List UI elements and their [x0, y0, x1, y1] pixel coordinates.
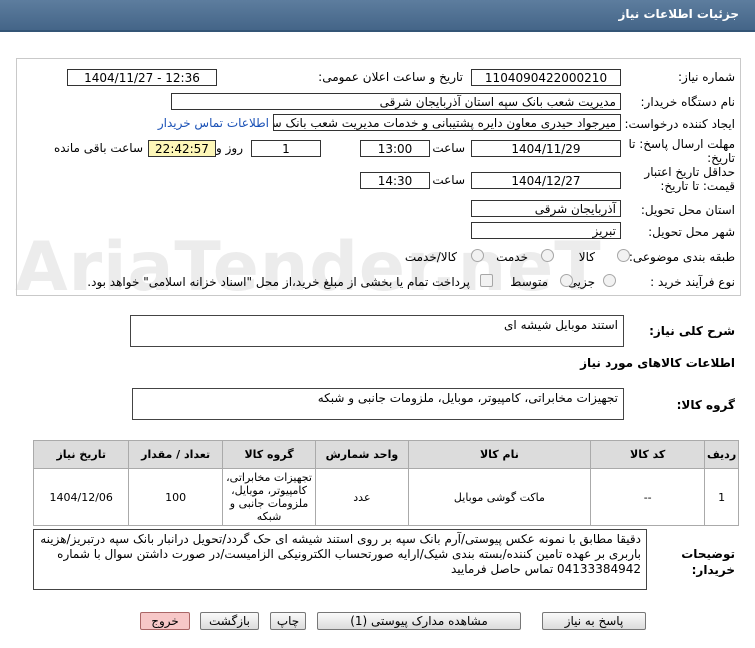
process-label: نوع فرآیند خرید :: [650, 275, 735, 289]
province-label: استان محل تحویل:: [640, 203, 735, 217]
deadline-time-field[interactable]: 13:00: [360, 140, 430, 157]
summary-text: استند موبایل شیشه ای: [504, 318, 618, 332]
items-table: ردیف کد کالا نام کالا واحد شمارش گروه کا…: [32, 440, 739, 526]
category-radio-service[interactable]: [541, 249, 554, 262]
goods-info-title: اطلاعات کالاهای مورد نیاز: [580, 356, 735, 370]
category-option-goods-service: کالا/خدمت: [404, 250, 457, 264]
cell-row: 1: [704, 468, 739, 526]
cell-unit: عدد: [315, 468, 409, 526]
page-title: جزئیات اطلاعات نیاز: [618, 7, 739, 21]
need-number-label: شماره نیاز:: [678, 70, 735, 84]
process-option-medium: متوسط: [510, 275, 548, 289]
days-field[interactable]: 1: [251, 140, 321, 157]
treasury-payment-checkbox[interactable]: [480, 274, 493, 287]
category-radio-goods-service[interactable]: [471, 249, 484, 262]
city-label: شهر محل تحویل:: [648, 225, 735, 239]
col-unit: واحد شمارش: [315, 440, 409, 469]
goods-group-label: گروه کالا:: [676, 398, 735, 412]
deadline-label: مهلت ارسال پاسخ: تا تاریخ:: [628, 137, 735, 165]
items-table-header: ردیف کد کالا نام کالا واحد شمارش گروه کا…: [32, 440, 739, 469]
cell-date: 1404/12/06: [32, 468, 130, 526]
cell-qty: 100: [128, 468, 223, 526]
category-label: طبقه بندی موضوعی:: [628, 250, 735, 264]
cell-code: --: [590, 468, 706, 526]
col-date: تاریخ نیاز: [32, 440, 130, 469]
buyer-contact-link[interactable]: اطلاعات تماس خریدار: [158, 116, 269, 130]
goods-group-field[interactable]: تجهیزات مخابراتی، کامپیوتر، موبایل، ملزو…: [132, 388, 624, 420]
deadline-time-label: ساعت: [432, 141, 465, 155]
treasury-payment-note: پرداخت تمام یا بخشی از مبلغ خرید،از محل …: [87, 275, 470, 289]
col-name: نام کالا: [407, 440, 592, 469]
remaining-time-field: 22:42:57: [148, 140, 216, 157]
print-button[interactable]: چاپ: [270, 612, 306, 630]
summary-label: شرح کلی نیاز:: [649, 324, 735, 338]
table-row[interactable]: 1 -- ماکت گوشی موبایل عدد تجهیزات مخابرا…: [32, 468, 739, 526]
validity-time-label: ساعت: [432, 173, 465, 187]
buyer-notes-label: توضیحات خریدار:: [681, 547, 735, 577]
cell-group: تجهیزات مخابراتی، کامپیوتر، موبایل، ملزو…: [221, 468, 317, 526]
exit-button[interactable]: خروج: [140, 612, 190, 630]
category-option-service: خدمت: [496, 250, 528, 264]
announce-date-label: تاریخ و ساعت اعلان عمومی:: [318, 70, 463, 84]
need-number-field[interactable]: 1104090422000210: [471, 69, 621, 86]
days-label: روز و: [216, 141, 243, 155]
col-qty: تعداد / مقدار: [128, 440, 223, 469]
validity-time-field[interactable]: 14:30: [360, 172, 430, 189]
announce-date-field[interactable]: 1404/11/27 - 12:36: [67, 69, 217, 86]
cell-name: ماکت گوشی موبایل: [407, 468, 592, 526]
col-code: کد کالا: [590, 440, 706, 469]
validity-label: حداقل تاریخ اعتبار قیمت: تا تاریخ:: [644, 165, 735, 193]
page-header: جزئیات اطلاعات نیاز: [0, 0, 755, 32]
category-option-goods: کالا: [578, 250, 595, 264]
col-group: گروه کالا: [221, 440, 317, 469]
buyer-notes-text: دقیقا مطابق با نمونه عکس پیوستی/آرم بانک…: [40, 532, 641, 576]
buyer-notes-field[interactable]: دقیقا مطابق با نمونه عکس پیوستی/آرم بانک…: [33, 529, 647, 590]
deadline-date-field[interactable]: 1404/11/29: [471, 140, 621, 157]
process-radio-medium[interactable]: [560, 274, 573, 287]
col-row: ردیف: [704, 440, 739, 469]
validity-date-field[interactable]: 1404/12/27: [471, 172, 621, 189]
creator-field[interactable]: میرجواد حیدری معاون دایره پشتیبانی و خدم…: [273, 114, 621, 131]
remaining-time-label: ساعت باقی مانده: [53, 141, 143, 155]
process-radio-minor[interactable]: [603, 274, 616, 287]
summary-field[interactable]: استند موبایل شیشه ای: [130, 315, 624, 347]
buyer-label: نام دستگاه خریدار:: [640, 95, 736, 109]
view-attachments-button[interactable]: مشاهده مدارک پیوستی (1): [317, 612, 521, 630]
province-field[interactable]: آذربایجان شرقی: [471, 200, 621, 217]
goods-group-text: تجهیزات مخابراتی، کامپیوتر، موبایل، ملزو…: [317, 391, 618, 405]
category-radio-goods[interactable]: [617, 249, 630, 262]
creator-label: ایجاد کننده درخواست:: [624, 117, 735, 131]
city-field[interactable]: تبریز: [471, 222, 621, 239]
back-button[interactable]: بازگشت: [200, 612, 259, 630]
reply-button[interactable]: پاسخ به نیاز: [542, 612, 646, 630]
buyer-field[interactable]: مدیریت شعب بانک سپه استان آذربایجان شرقی: [171, 93, 621, 110]
